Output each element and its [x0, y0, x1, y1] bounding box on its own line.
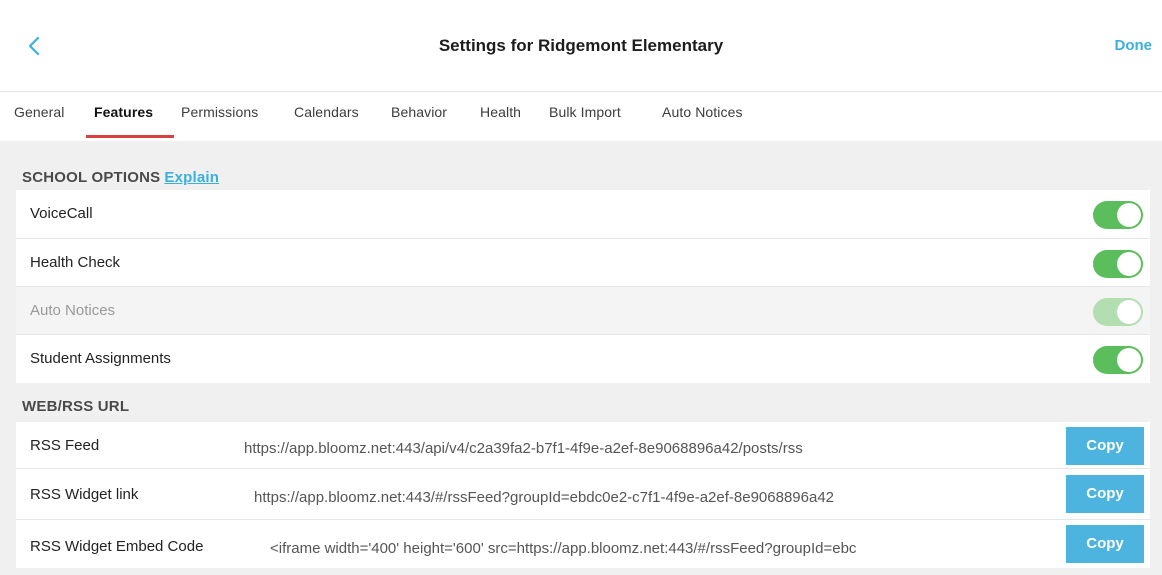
rss-widget-embed-row: RSS Widget Embed Code <iframe width='400…	[16, 520, 1150, 568]
rss-widget-link-label: RSS Widget link	[30, 486, 139, 503]
student-assignments-toggle[interactable]	[1093, 346, 1143, 374]
rss-feed-label: RSS Feed	[30, 437, 100, 454]
tab-calendars[interactable]: Calendars	[294, 104, 359, 120]
tab-bulk-import[interactable]: Bulk Import	[549, 104, 621, 120]
rss-feed-url: https://app.bloomz.net:443/api/v4/c2a39f…	[244, 440, 803, 457]
option-label: Health Check	[30, 254, 121, 271]
copy-rss-feed-button[interactable]: Copy	[1066, 427, 1144, 465]
school-options-title: SCHOOL OPTIONS	[22, 169, 161, 186]
school-options-heading: SCHOOL OPTIONS Explain	[22, 169, 219, 186]
toggle-knob	[1117, 203, 1141, 227]
top-bar: Settings for Ridgemont Elementary Done	[0, 0, 1162, 92]
tab-features[interactable]: Features	[94, 104, 153, 120]
health-check-toggle[interactable]	[1093, 250, 1143, 278]
page-title: Settings for Ridgemont Elementary	[438, 36, 724, 55]
toggle-knob	[1117, 252, 1141, 276]
web-rss-heading: WEB/RSS URL	[22, 398, 130, 415]
rss-widget-embed-code: <iframe width='400' height='600' src=htt…	[270, 540, 857, 557]
done-button[interactable]: Done	[1115, 37, 1153, 54]
toggle-knob	[1117, 348, 1141, 372]
rss-widget-embed-label: RSS Widget Embed Code	[30, 538, 204, 555]
tab-behavior[interactable]: Behavior	[391, 104, 447, 120]
option-row-health-check: Health Check	[16, 239, 1150, 287]
option-row-auto-notices: Auto Notices	[16, 287, 1150, 335]
option-label: VoiceCall	[30, 205, 93, 222]
copy-rss-widget-link-button[interactable]: Copy	[1066, 475, 1144, 513]
rss-widget-link-url: https://app.bloomz.net:443/#/rssFeed?gro…	[254, 489, 835, 506]
tab-bar: General Features Permissions Calendars B…	[0, 92, 1162, 141]
option-label: Student Assignments	[30, 350, 171, 367]
tab-general[interactable]: General	[14, 104, 65, 120]
active-tab-indicator	[86, 135, 174, 138]
rss-widget-link-row: RSS Widget link https://app.bloomz.net:4…	[16, 469, 1150, 519]
tab-permissions[interactable]: Permissions	[181, 104, 258, 120]
voicecall-toggle[interactable]	[1093, 201, 1143, 229]
option-row-voicecall: VoiceCall	[16, 190, 1150, 238]
rss-feed-row: RSS Feed https://app.bloomz.net:443/api/…	[16, 422, 1150, 468]
option-label: Auto Notices	[30, 302, 116, 319]
toggle-knob	[1117, 300, 1141, 324]
tab-health[interactable]: Health	[480, 104, 521, 120]
option-row-student-assignments: Student Assignments	[16, 335, 1150, 383]
copy-rss-widget-embed-button[interactable]: Copy	[1066, 525, 1144, 563]
explain-link[interactable]: Explain	[164, 169, 219, 186]
tab-auto-notices[interactable]: Auto Notices	[662, 104, 743, 120]
auto-notices-toggle	[1093, 298, 1143, 326]
